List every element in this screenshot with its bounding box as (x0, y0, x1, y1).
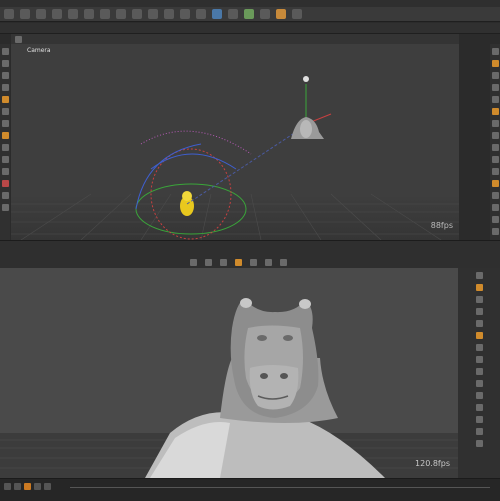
wireframe-icon[interactable] (491, 84, 499, 91)
render-region-icon[interactable] (205, 259, 212, 266)
bottom-bg-icon[interactable] (475, 380, 483, 387)
pin-icon[interactable] (1, 156, 9, 163)
render-canvas (0, 268, 458, 478)
select-icon[interactable] (1, 48, 9, 55)
curve-tool-icon[interactable] (132, 9, 142, 19)
grid-icon[interactable] (1, 204, 9, 211)
paint-icon[interactable] (1, 168, 9, 175)
fps-readout-bottom: 120.8fps (415, 459, 450, 468)
camera-viewport[interactable]: 120.8fps (0, 268, 458, 478)
scale-icon[interactable] (1, 84, 9, 91)
bottom-options-icon[interactable] (475, 440, 483, 447)
grid-tool-icon[interactable] (68, 9, 78, 19)
torus-tool-icon[interactable] (52, 9, 62, 19)
normals-icon[interactable] (491, 108, 499, 115)
bottom-normals-icon[interactable] (475, 332, 483, 339)
bottom-points-icon[interactable] (475, 320, 483, 327)
bottom-bones-icon[interactable] (475, 404, 483, 411)
left-tool-strip (0, 44, 10, 240)
viewport-bottom-header (0, 240, 500, 269)
handle-icon[interactable] (1, 96, 9, 103)
frame-icon[interactable] (250, 259, 257, 266)
particles-icon[interactable] (491, 180, 499, 187)
cameras-icon[interactable] (491, 216, 499, 223)
draw-curve-tool-icon[interactable] (148, 9, 158, 19)
shelf-toolbar (0, 7, 500, 22)
move-icon[interactable] (1, 60, 9, 67)
bottom-cameras-icon[interactable] (475, 428, 483, 435)
pose-icon[interactable] (1, 108, 9, 115)
sphere-tool-icon[interactable] (20, 9, 30, 19)
prev-frame-icon[interactable] (4, 483, 11, 490)
bottom-guides-icon[interactable] (475, 344, 483, 351)
scene-canvas (11, 76, 459, 240)
font-tool-icon[interactable] (196, 9, 206, 19)
snapshot-icon[interactable] (190, 259, 197, 266)
viewport-top-header (11, 34, 459, 44)
brush-icon[interactable] (1, 144, 9, 151)
safe-area-icon[interactable] (491, 168, 499, 175)
bottom-lights-icon[interactable] (475, 416, 483, 423)
bottom-lighting-icon[interactable] (475, 284, 483, 291)
lights-icon[interactable] (491, 204, 499, 211)
capybara-preview (291, 117, 324, 139)
viewport-bottom-tools (190, 259, 287, 266)
file-tool-icon[interactable] (260, 9, 270, 19)
guides-icon[interactable] (491, 144, 499, 151)
bones-icon[interactable] (491, 192, 499, 199)
bottom-wireframe-icon[interactable] (475, 308, 483, 315)
right-display-strip-bottom (458, 268, 500, 478)
light-tool-icon[interactable] (292, 9, 302, 19)
circle-tool-icon[interactable] (116, 9, 126, 19)
magnet-icon[interactable] (1, 180, 9, 187)
display-options-icon[interactable] (491, 228, 499, 235)
next-frame-icon[interactable] (44, 483, 51, 490)
viewport-menu-icon[interactable] (15, 35, 22, 43)
line-tool-icon[interactable] (100, 9, 110, 19)
background-icon[interactable] (491, 156, 499, 163)
camera-handle[interactable] (303, 76, 332, 125)
shading-icon[interactable] (491, 72, 499, 79)
play-icon[interactable] (34, 483, 41, 490)
bottom-template-icon[interactable] (475, 368, 483, 375)
bottom-shading-icon[interactable] (475, 296, 483, 303)
spray-paint-tool-icon[interactable] (180, 9, 190, 19)
view-icon[interactable] (1, 120, 9, 127)
stop-icon[interactable] (24, 483, 31, 490)
display-icon[interactable] (491, 48, 499, 55)
metaball-tool-icon[interactable] (244, 9, 254, 19)
snap-icon[interactable] (1, 132, 9, 139)
render-icon[interactable] (235, 259, 242, 266)
points-icon[interactable] (491, 96, 499, 103)
settings-icon[interactable] (280, 259, 287, 266)
camera-tool-icon[interactable] (276, 9, 286, 19)
path-tool-icon[interactable] (164, 9, 174, 19)
rotate-icon[interactable] (1, 72, 9, 79)
tube-tool-icon[interactable] (36, 9, 46, 19)
play-reverse-icon[interactable] (14, 483, 21, 490)
ghost-icon[interactable] (491, 120, 499, 127)
bottom-display-icon[interactable] (475, 272, 483, 279)
box-tool-icon[interactable] (4, 9, 14, 19)
null-tool-icon[interactable] (84, 9, 94, 19)
lighting-icon[interactable] (491, 60, 499, 67)
scene-viewport[interactable]: Camera 88fps (11, 44, 459, 240)
eye-icon[interactable] (1, 192, 9, 199)
compare-icon[interactable] (265, 259, 272, 266)
bottom-safe-area-icon[interactable] (475, 392, 483, 399)
path-bar (0, 23, 500, 34)
fps-readout-top: 88fps (430, 221, 453, 230)
platonic-tool-icon[interactable] (212, 9, 222, 19)
timeline-playbar (0, 478, 500, 501)
right-display-strip-top (490, 44, 500, 240)
template-icon[interactable] (491, 132, 499, 139)
l-system-tool-icon[interactable] (228, 9, 238, 19)
frame-ruler[interactable] (70, 487, 490, 494)
pause-render-icon[interactable] (220, 259, 227, 266)
bottom-ghost-icon[interactable] (475, 356, 483, 363)
